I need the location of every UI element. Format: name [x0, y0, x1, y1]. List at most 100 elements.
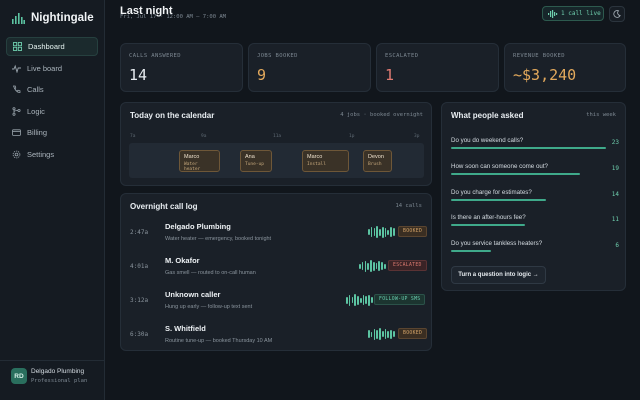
question-bar	[451, 147, 606, 149]
waveform-bar	[370, 331, 373, 337]
page-subtitle: Fri, Jul 17 · 12:00 AM – 7:00 AM	[120, 14, 226, 20]
questions-panel: What people asked this week Do you do we…	[441, 102, 626, 291]
account-switcher[interactable]: RD Delgado Plumbing Professional plan	[0, 360, 105, 400]
call-time: 2:47a	[130, 229, 149, 236]
call-row[interactable]: 6:30a S. Whitfield Routine tune-up — boo…	[121, 320, 433, 354]
live-calls-label: 1 call live	[561, 10, 601, 17]
question-text: How soon can someone come out?	[451, 163, 548, 170]
brand[interactable]: Nightingale	[12, 12, 94, 24]
call-row[interactable]: 3:12a Unknown caller Hung up early — fol…	[121, 286, 433, 320]
stat-value: 1	[385, 66, 395, 84]
status-badge: BOOKED	[398, 226, 428, 237]
waveform-bar	[370, 227, 373, 237]
waveform-bar	[348, 294, 351, 306]
calendar-tick: 1p	[349, 134, 355, 139]
question-count: 14	[611, 191, 619, 198]
event-tech: Devon	[368, 154, 384, 160]
pulse-icon	[12, 64, 21, 73]
waveform-icon	[548, 9, 558, 18]
theme-toggle-button[interactable]	[609, 6, 625, 22]
stat-card-calls-answered: CALLS ANSWERED 14	[120, 43, 243, 92]
waveform-bar	[372, 261, 375, 271]
moon-icon	[613, 10, 621, 18]
waveform-bar	[387, 330, 390, 338]
caller-name: Delgado Plumbing	[165, 222, 231, 231]
calendar-event[interactable]: Marco Water heater	[179, 150, 220, 172]
waveform-bar	[346, 296, 348, 304]
event-tech: Ana	[245, 154, 255, 160]
call-row[interactable]: 4:01a M. Okafor Gas smell — routed to on…	[121, 252, 433, 286]
question-item[interactable]: Is there an after-hours fee? 11	[451, 214, 619, 240]
calendar-tick: 9a	[201, 134, 207, 139]
card-icon	[12, 129, 21, 136]
sidebar-item-live-board[interactable]: Live board	[6, 59, 98, 78]
waveform-bar	[375, 263, 378, 269]
sidebar-item-label: Logic	[27, 107, 45, 116]
call-waveform	[368, 226, 395, 238]
waveform-bar	[361, 262, 364, 270]
sidebar-item-dashboard[interactable]: Dashboard	[6, 37, 98, 56]
questions-meta: this week	[586, 112, 616, 118]
question-text: Is there an after-hours fee?	[451, 214, 526, 221]
question-text: Do you charge for estimates?	[451, 189, 532, 196]
question-bar	[451, 250, 492, 252]
stat-label: REVENUE BOOKED	[513, 53, 565, 59]
call-log-title: Overnight call log	[130, 202, 198, 211]
call-row[interactable]: 2:47a Delgado Plumbing Water heater — em…	[121, 218, 433, 252]
sidebar-item-settings[interactable]: Settings	[6, 145, 98, 164]
call-summary: Gas smell — routed to on-call human	[165, 270, 256, 276]
sidebar-item-calls[interactable]: Calls	[6, 80, 98, 99]
call-time: 4:01a	[130, 263, 149, 270]
question-count: 23	[611, 139, 619, 146]
waveform-bar	[373, 228, 376, 236]
sidebar-item-billing[interactable]: Billing	[6, 123, 98, 142]
stat-card-revenue-booked: REVENUE BOOKED ~$3,240	[504, 43, 626, 92]
calendar-event[interactable]: Devon Brush	[363, 150, 392, 172]
calendar-meta: 4 jobs · booked overnight	[340, 112, 423, 118]
call-log-panel: Overnight call log 14 calls 2:47a Delgad…	[120, 193, 432, 351]
turn-question-into-logic-button[interactable]: Turn a question into logic →	[451, 266, 546, 284]
waveform-bar	[381, 226, 384, 238]
status-badge: BOOKED	[398, 328, 428, 339]
calendar-tick: 3p	[414, 134, 420, 139]
question-item[interactable]: Do you charge for estimates? 14	[451, 189, 619, 215]
grid-icon	[13, 42, 22, 51]
waveform-bar	[359, 263, 361, 269]
sidebar-item-logic[interactable]: Logic	[6, 102, 98, 121]
call-summary: Water heater — emergency, booked tonight	[165, 236, 272, 242]
calendar-event[interactable]: Ana Tune-up	[240, 150, 272, 172]
avatar: RD	[11, 368, 27, 384]
waveform-bar	[365, 296, 368, 304]
stat-card-jobs-booked: JOBS BOOKED 9	[248, 43, 371, 92]
caller-name: M. Okafor	[165, 256, 200, 265]
calendar-event[interactable]: Marco Install	[302, 150, 349, 172]
call-waveform	[346, 294, 373, 306]
brand-name: Nightingale	[31, 12, 94, 24]
waveform-bar	[381, 262, 383, 270]
status-badge: ESCALATED	[388, 260, 427, 271]
waveform-bar	[368, 229, 370, 235]
waveform-bar	[368, 294, 370, 306]
call-time: 3:12a	[130, 297, 149, 304]
waveform-bar	[351, 297, 354, 303]
waveform-bar	[370, 260, 372, 272]
question-item[interactable]: How soon can someone come out? 19	[451, 163, 619, 189]
event-type: Brush	[368, 162, 382, 167]
stat-card-escalated: ESCALATED 1	[376, 43, 499, 92]
call-summary: Routine tune-up — booked Thursday 10 AM	[165, 338, 273, 344]
waveform-bar	[368, 330, 370, 338]
gear-icon	[12, 150, 21, 159]
stat-value: ~$3,240	[513, 66, 577, 84]
waveform-bar	[354, 294, 356, 306]
waveform-bar	[362, 295, 365, 305]
question-item[interactable]: Do you do weekend calls? 23	[451, 137, 619, 163]
waveform-bar	[367, 262, 369, 270]
event-type: Tune-up	[245, 162, 264, 167]
live-calls-pill[interactable]: 1 call live	[542, 6, 604, 21]
waveform-bar	[379, 328, 381, 340]
waveform-bar	[359, 297, 362, 303]
phone-icon	[12, 85, 21, 93]
question-count: 6	[615, 242, 619, 249]
question-item[interactable]: Do you service tankless heaters? 6	[451, 240, 619, 266]
call-waveform	[368, 328, 395, 340]
